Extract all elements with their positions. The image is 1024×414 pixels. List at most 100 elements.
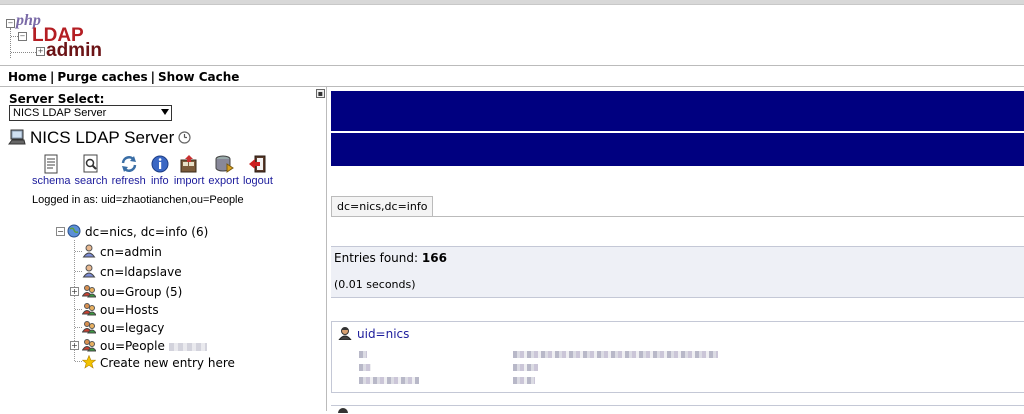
tree-node-people[interactable]: ou=People [82,338,207,353]
user-icon [338,408,348,413]
tree-node-admin[interactable]: cn=admin [82,244,162,259]
expand-people-icon[interactable]: + [70,341,79,350]
results-summary: Entries found: 166 (0.01 seconds) [331,246,1024,298]
import-action[interactable]: import [173,154,205,187]
tree-branch [75,327,82,328]
import-label: import [173,175,205,187]
logo-tree-line [10,28,11,58]
ou-icon [82,303,96,316]
schema-action[interactable]: schema [32,154,71,187]
tree-root-node[interactable]: dc=nics, dc=info (6) [67,224,208,239]
tree-root-label: dc=nics, dc=info (6) [85,225,209,239]
tree-node-label: ou=Hosts [100,303,159,317]
tree-node-label: ou=People [100,339,165,353]
menu-separator: | [49,70,55,84]
tree-node-label: ou=Group (5) [100,285,183,299]
entries-found: Entries found: 166 [334,251,447,265]
refresh-action[interactable]: refresh [112,154,146,187]
tree-node-label: cn=ldapslave [100,265,182,279]
redacted-attr-value [513,364,538,371]
redacted-attr-value [513,377,535,384]
entry-dn-link[interactable]: uid=nics [338,326,409,341]
collapse-root-icon[interactable]: − [56,227,65,236]
logo-box-3: + [36,47,45,56]
star-icon [82,355,96,369]
schema-label: schema [32,175,71,187]
tree-branch [75,271,82,272]
server-select-value: NICS LDAP Server [13,107,107,119]
redacted-count [168,342,207,351]
logo-admin-text: admin [46,40,102,61]
dn-tab[interactable]: dc=nics,dc=info [331,196,434,217]
search-action[interactable]: search [75,154,108,187]
logo-tree-hline-2 [11,52,36,53]
show-cache-link[interactable]: Show Cache [158,70,239,84]
clock-icon[interactable] [178,131,191,144]
logout-label: logout [242,175,273,187]
header-banner-top [331,91,1024,131]
phpldapadmin-logo[interactable]: − − + php LDAP admin [6,12,116,62]
header-banner-bottom [331,133,1024,166]
logout-action[interactable]: logout [243,154,273,187]
tree-branch [75,361,82,362]
purge-caches-link[interactable]: Purge caches [57,70,147,84]
server-heading: NICS LDAP Server [8,128,191,148]
create-entry-label: Create new entry here [100,356,235,370]
tree-node-label: ou=legacy [100,321,165,335]
info-action[interactable]: info [150,154,170,187]
browser-top-strip [0,0,1024,5]
refresh-label: refresh [111,175,146,187]
export-action[interactable]: export [208,154,239,187]
search-icon [83,154,98,173]
tree-node-hosts[interactable]: ou=Hosts [82,302,159,317]
computer-icon [8,129,26,145]
refresh-icon [121,156,136,172]
info-label: info [150,175,169,187]
expand-group-icon[interactable]: + [70,287,79,296]
result-entry: uid=nics [331,321,1024,393]
search-label: search [74,175,108,187]
entry-dn-label: uid=nics [357,327,410,341]
menu-separator: | [150,70,156,84]
redacted-attr-name [359,351,367,358]
tree-branch [75,309,82,310]
import-icon [180,155,197,173]
server-name-text: NICS LDAP Server [30,128,175,147]
globe-icon [67,224,81,238]
result-entry-next [331,405,1024,414]
chevron-down-icon [161,109,169,115]
server-actions: schema search refresh info import export… [32,154,277,187]
schema-icon [44,154,58,174]
search-duration: (0.01 seconds) [334,278,416,291]
server-select-label: Server Select: [9,92,105,106]
create-entry-link[interactable]: Create new entry here [82,355,235,370]
redacted-attr-name [359,377,419,384]
header-divider [0,65,1024,66]
menu-divider [0,86,1024,87]
server-select-dropdown[interactable]: NICS LDAP Server [9,105,172,121]
collapse-pane-icon[interactable]: ▪ [316,89,325,98]
logged-in-text: Logged in as: uid=zhaotianchen,ou=People [32,194,244,206]
export-label: export [208,175,239,187]
ou-icon [82,321,96,334]
home-link[interactable]: Home [8,70,47,84]
redacted-attr-name [359,364,371,371]
tree-node-ldapslave[interactable]: cn=ldapslave [82,264,182,279]
tree-node-group[interactable]: ou=Group (5) [82,284,182,299]
export-icon [215,155,234,173]
logo-box-2: − [18,32,27,41]
tree-branch [75,251,82,252]
user-icon [338,327,352,340]
logo-box-1: − [6,19,15,28]
logout-icon [248,155,266,173]
redacted-attr-value [513,351,718,358]
entries-count: 166 [421,251,447,265]
tree-node-legacy[interactable]: ou=legacy [82,320,164,335]
top-menu: Home | Purge caches | Show Cache [8,70,239,84]
user-icon [82,264,96,278]
pane-splitter[interactable] [326,87,327,411]
dn-tab-underline [331,216,1024,217]
info-icon [151,155,169,173]
entries-found-label: Entries found: [334,251,419,265]
ou-icon [82,285,96,298]
